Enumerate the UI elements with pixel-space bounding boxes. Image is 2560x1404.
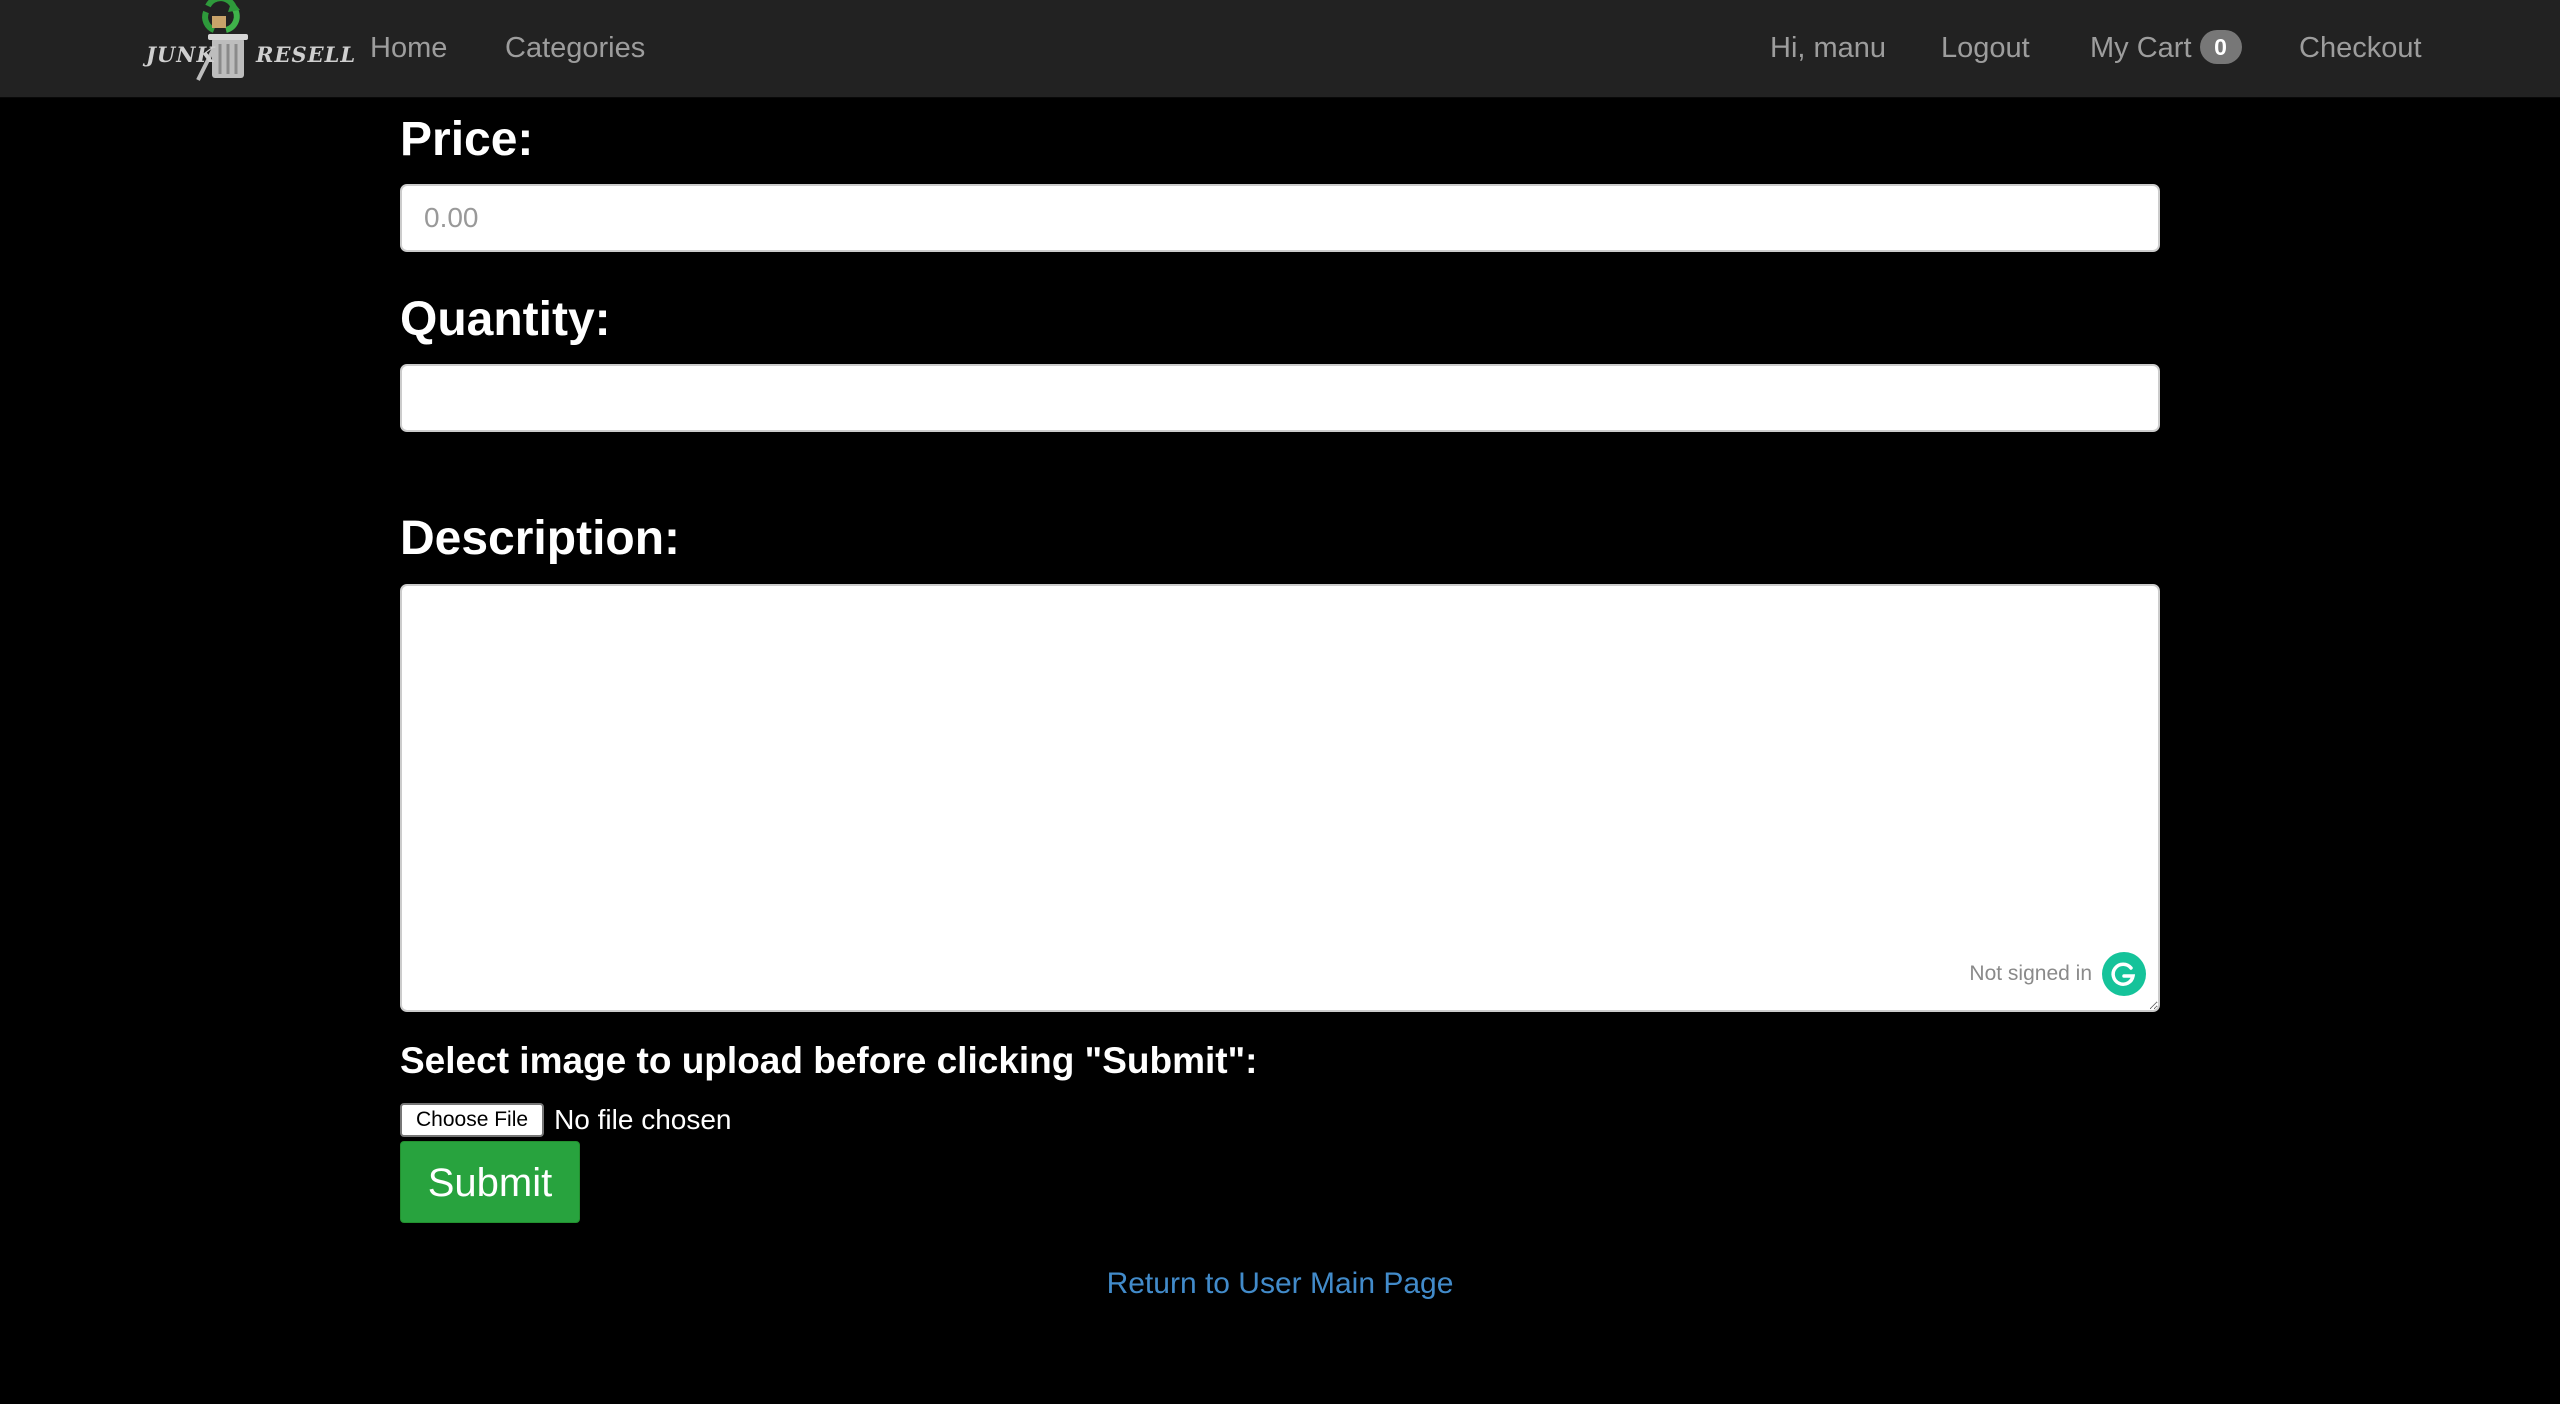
user-greeting[interactable]: Hi, manu <box>1770 30 1886 66</box>
grammarly-icon[interactable] <box>2102 952 2146 996</box>
checkout-link[interactable]: Checkout <box>2299 30 2422 66</box>
cart-count-badge: 0 <box>2199 30 2242 64</box>
file-status-text: No file chosen <box>554 1104 732 1135</box>
file-upload-row: Choose File No file chosen <box>400 1100 732 1140</box>
logout-link[interactable]: Logout <box>1941 30 2030 66</box>
choose-file-button[interactable]: Choose File <box>400 1103 545 1137</box>
description-field-wrapper: Not signed in <box>400 584 2160 1012</box>
price-input[interactable] <box>400 184 2160 252</box>
grammarly-widget[interactable]: Not signed in <box>1969 952 2146 996</box>
description-textarea[interactable] <box>400 584 2160 1012</box>
my-cart-link[interactable]: My Cart 0 <box>2090 30 2242 66</box>
price-label: Price: <box>400 113 534 166</box>
my-cart-label: My Cart <box>2090 32 2192 64</box>
quantity-label: Quantity: <box>400 293 611 346</box>
upload-instructions: Select image to upload before clicking "… <box>400 1040 1258 1081</box>
description-label: Description: <box>400 512 681 565</box>
grammarly-status: Not signed in <box>1969 962 2092 985</box>
submit-button[interactable]: Submit <box>400 1141 580 1223</box>
logo-text-left: JUNK <box>146 42 216 67</box>
logo-text-right: RESELL <box>256 42 357 67</box>
return-link-container: Return to User Main Page <box>0 1264 2560 1304</box>
return-to-user-main-page-link[interactable]: Return to User Main Page <box>1107 1267 1454 1300</box>
quantity-input[interactable] <box>400 364 2160 432</box>
navbar: JUNK RESELL Home Categories Hi, manu Log… <box>0 0 2560 98</box>
nav-home-link[interactable]: Home <box>370 30 447 66</box>
nav-categories-link[interactable]: Categories <box>505 30 645 66</box>
